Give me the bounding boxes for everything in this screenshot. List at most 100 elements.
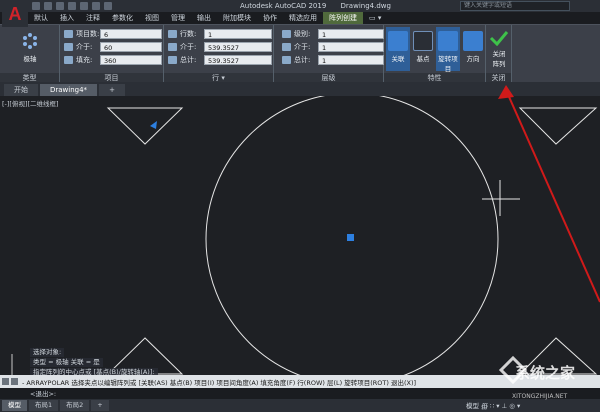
ribbon-tabs: 默认 插入 注释 参数化 视图 管理 输出 附加模块 协作 精选应用 阵列创建 … [28, 12, 387, 24]
level-between-field[interactable]: 1 [318, 41, 384, 52]
base-point-button[interactable]: 基点 [411, 27, 435, 71]
level-between-label: 介于: [294, 42, 311, 51]
close-array-button[interactable]: 关闭 阵列 [487, 27, 511, 71]
autocad-logo-icon[interactable]: A [2, 1, 28, 27]
tab-output[interactable]: 输出 [191, 12, 217, 24]
row-between-label: 介于: [180, 42, 197, 51]
title-bar: Autodesk AutoCAD 2019 Drawing4.dwg 键入关键字… [0, 0, 600, 12]
redo-icon[interactable] [104, 2, 112, 10]
row-total-field[interactable]: 539.3527 [204, 54, 272, 65]
level-total-field[interactable]: 1 [318, 54, 384, 65]
direction-button[interactable]: 方向 [461, 27, 485, 71]
polar-type-button[interactable]: 极轴 [16, 27, 44, 71]
watermark-url: XITONGZHIJIA.NET [512, 393, 568, 400]
tab-model[interactable]: 模型 [2, 400, 27, 411]
level-count-label: 级别: [294, 29, 311, 38]
level-between-row: 介于: 1 [282, 41, 384, 52]
tab-insert[interactable]: 插入 [54, 12, 80, 24]
row-count-row: 行数: 1 [168, 28, 272, 39]
items-between-label: 介于: [76, 42, 93, 51]
search-input[interactable]: 键入关键字或短语 [460, 1, 570, 11]
direction-icon [463, 31, 483, 51]
row-count-field[interactable]: 1 [204, 28, 272, 39]
tab-layout2[interactable]: 布局2 [60, 400, 90, 411]
tab-manage[interactable]: 管理 [165, 12, 191, 24]
history-line-2: 类型 = 极轴 关联 = 是 [30, 358, 103, 367]
arrow-head-icon [498, 85, 514, 99]
drawing-canvas[interactable]: [-][俯视][二维线框] [0, 85, 600, 386]
items-fill-icon [64, 55, 73, 64]
level-total-label: 总计: [294, 55, 311, 64]
tab-parametric[interactable]: 参数化 [106, 12, 139, 24]
items-count-field[interactable]: 6 [100, 28, 162, 39]
associative-label: 关联 [391, 55, 405, 63]
save-as-icon[interactable] [68, 2, 76, 10]
print-icon[interactable] [80, 2, 88, 10]
tab-start[interactable]: 开始 [4, 84, 38, 96]
window-title: Autodesk AutoCAD 2019 Drawing4.dwg [240, 2, 403, 10]
undo-icon[interactable] [92, 2, 100, 10]
items-between-field[interactable]: 60 [100, 41, 162, 52]
status-bar: 模型 布局1 布局2 + 模型 ∰ ∷ ▾ ⊥ ◎ ▾ [0, 399, 600, 412]
items-fill-row: 填充: 360 [64, 54, 162, 65]
rotate-items-button[interactable]: 旋转项目 [436, 27, 460, 73]
app-name: Autodesk AutoCAD 2019 [240, 2, 327, 10]
red-arrow-line [507, 96, 600, 303]
row-total-label: 总计: [180, 55, 197, 64]
tab-collaborate[interactable]: 协作 [257, 12, 283, 24]
tab-panel-toggle[interactable]: ▭ ▾ [363, 12, 387, 24]
tab-annotate[interactable]: 注释 [80, 12, 106, 24]
level-total-row: 总计: 1 [282, 54, 384, 65]
tab-array-creation[interactable]: 阵列创建 [323, 12, 363, 24]
row-count-icon [168, 29, 177, 38]
row-count-label: 行数: [180, 29, 197, 38]
command-prompt[interactable]: - ARRAYPOLAR 选择夹点以编辑阵列或 [关联(AS) 基点(B) 项目… [22, 377, 416, 387]
history-line-1: 选择对象: [30, 348, 65, 357]
level-count-row: 级别: 1 [282, 28, 384, 39]
wrench-icon[interactable] [11, 378, 18, 385]
items-count-label: 项目数: [76, 29, 100, 38]
new-tab-button[interactable]: + [99, 84, 125, 96]
rows-group: 行数: 1 介于: 539.3527 总计: 539.3527 行 ▾ [164, 25, 274, 83]
direction-label: 方向 [466, 55, 480, 63]
tab-featured-apps[interactable]: 精选应用 [283, 12, 323, 24]
grip-triangle-icon [150, 121, 157, 129]
open-file-icon[interactable] [44, 2, 52, 10]
ribbon-panel: 极轴 类型 项目数: 6 介于: 60 填充: 360 项目 行数: 1 介于:… [0, 24, 600, 83]
level-count-field[interactable]: 1 [318, 28, 384, 39]
triangle-top-left [106, 107, 184, 145]
items-count-row: 项目数: 6 [64, 28, 162, 39]
status-toggles[interactable]: 模型 ∰ ∷ ▾ ⊥ ◎ ▾ [466, 400, 520, 410]
drawing-svg[interactable] [0, 96, 600, 386]
tab-view[interactable]: 视图 [139, 12, 165, 24]
close-array-label-2: 阵列 [492, 60, 506, 68]
command-history: 选择对象: 类型 = 极轴 关联 = 是 指定阵列的中心点或 [基点(B)/旋转… [30, 348, 200, 378]
level-total-icon [282, 55, 291, 64]
base-point-icon [413, 31, 433, 51]
items-between-row: 介于: 60 [64, 41, 162, 52]
rotate-items-label: 旋转项目 [438, 55, 458, 73]
level-between-icon [282, 42, 291, 51]
triangle-top-right [518, 107, 598, 145]
row-between-field[interactable]: 539.3527 [204, 41, 272, 52]
new-file-icon[interactable] [32, 2, 40, 10]
quick-access-toolbar[interactable] [32, 2, 112, 10]
add-layout-button[interactable]: + [91, 400, 109, 411]
close-group: 关闭 阵列 关闭 [486, 25, 512, 83]
base-point-label: 基点 [416, 55, 430, 63]
rotate-items-icon [438, 31, 458, 51]
file-name: Drawing4.dwg [340, 2, 391, 10]
save-icon[interactable] [56, 2, 64, 10]
tab-default[interactable]: 默认 [28, 12, 54, 24]
close-cmd-icon[interactable] [2, 378, 9, 385]
tab-addins[interactable]: 附加模块 [217, 12, 257, 24]
tab-layout1[interactable]: 布局1 [29, 400, 59, 411]
center-grip-icon [347, 234, 354, 241]
command-input[interactable]: <退出>: [30, 388, 56, 398]
items-group: 项目数: 6 介于: 60 填充: 360 项目 [60, 25, 164, 83]
levels-group: 级别: 1 介于: 1 总计: 1 层级 [274, 25, 384, 83]
associative-button[interactable]: 关联 [386, 27, 410, 71]
polar-type-label: 极轴 [23, 55, 37, 63]
tab-drawing4[interactable]: Drawing4* [40, 84, 98, 96]
items-fill-field[interactable]: 360 [100, 54, 162, 65]
